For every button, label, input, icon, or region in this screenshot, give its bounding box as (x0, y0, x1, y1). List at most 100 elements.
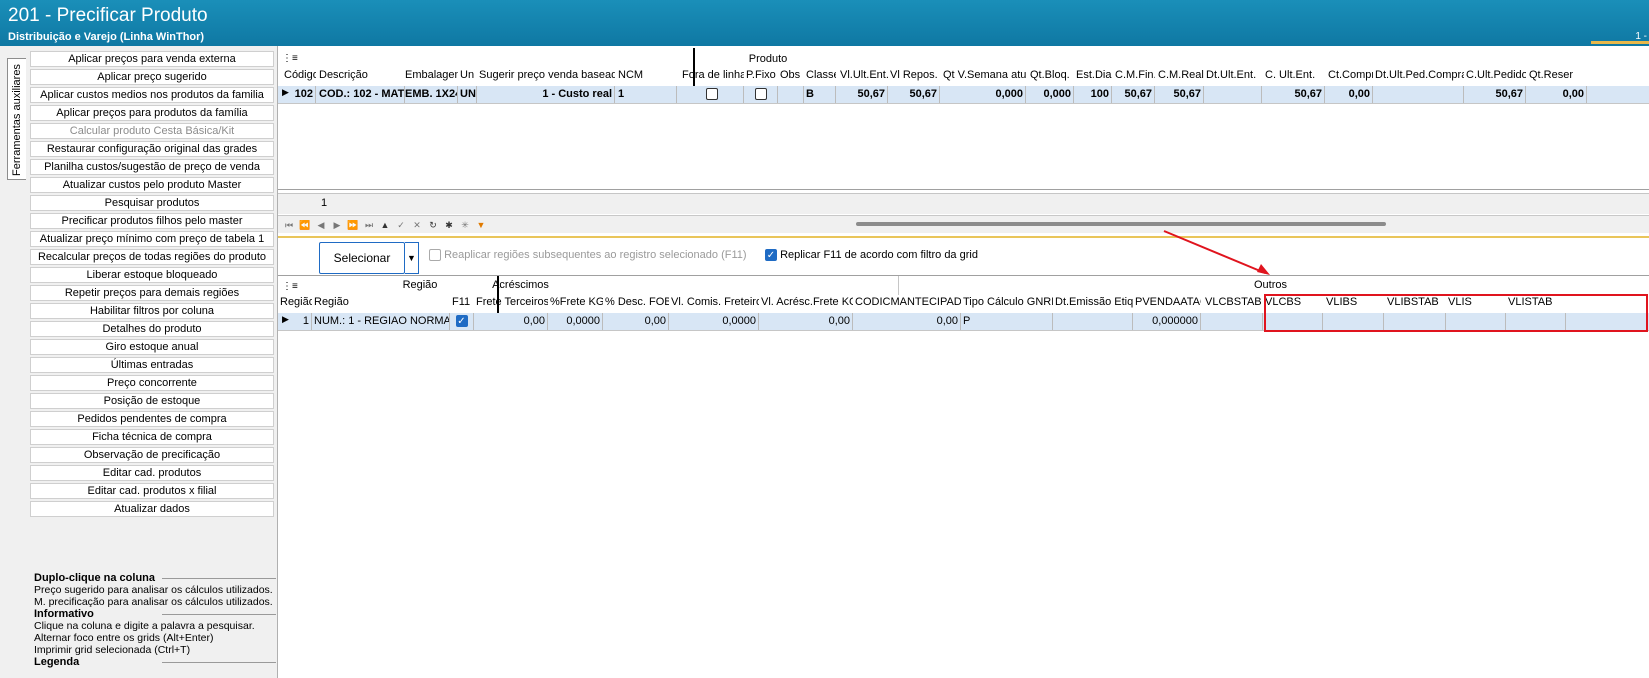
grid-menu-icon[interactable]: ⋮≡ (280, 53, 300, 64)
column-header[interactable]: Descrição (317, 69, 405, 81)
column-header[interactable]: Frete Terceiros (474, 296, 548, 308)
action-button[interactable]: Atualizar custos pelo produto Master (30, 177, 274, 193)
column-header[interactable]: Vl. Comis. Freteiro (669, 296, 759, 308)
action-button[interactable]: Aplicar preços para venda externa (30, 51, 274, 67)
column-header[interactable]: Tipo Cálculo GNRE? (961, 296, 1053, 308)
action-button[interactable]: Giro estoque anual (30, 339, 274, 355)
column-header[interactable]: Sugerir preço venda baseado (477, 69, 615, 81)
row-checkbox[interactable] (754, 88, 767, 101)
reapply-option[interactable]: Reaplicar regiões subsequentes ao regist… (429, 249, 747, 262)
column-header[interactable]: Região (278, 296, 312, 308)
column-header[interactable]: CODICMANTECIPADO (853, 296, 961, 308)
informativo-line: Imprimir grid selecionada (Ctrl+T) (34, 644, 191, 656)
action-button[interactable]: Ficha técnica de compra (30, 429, 274, 445)
column-header[interactable]: Região (312, 296, 450, 308)
cancel-icon[interactable]: ✕ (410, 218, 424, 232)
horizontal-scrollbar[interactable] (856, 222, 1386, 226)
action-button[interactable]: Calcular produto Cesta Básica/Kit (30, 123, 274, 139)
action-button[interactable]: Habilitar filtros por coluna (30, 303, 274, 319)
action-button[interactable]: Liberar estoque bloqueado (30, 267, 274, 283)
column-header[interactable]: C. Ult.Ent. (1263, 69, 1325, 81)
tab-ferramentas-auxiliares[interactable]: Ferramentas auxiliares (7, 58, 26, 180)
table-cell[interactable] (680, 86, 744, 103)
select-button[interactable]: Selecionar (319, 242, 405, 274)
action-button[interactable]: Editar cad. produtos x filial (30, 483, 274, 499)
prior-page-icon[interactable]: ⏪ (298, 218, 312, 232)
asterisk-icon[interactable]: ✱ (442, 218, 456, 232)
refresh-icon[interactable]: ↻ (426, 218, 440, 232)
action-button[interactable]: Pedidos pendentes de compra (30, 411, 274, 427)
column-header[interactable]: Qt.Bloq. (1028, 69, 1074, 81)
select-dropdown-icon[interactable]: ▼ (405, 242, 419, 274)
action-button[interactable]: Editar cad. produtos (30, 465, 274, 481)
column-header[interactable]: Vl.Ult.Ent. (838, 69, 888, 81)
column-header[interactable]: C.Ult.Pedido (1464, 69, 1526, 81)
column-header[interactable]: Vl Repos. (888, 69, 940, 81)
column-header[interactable]: Classe (804, 69, 836, 81)
column-header[interactable]: Vl. Acrésc.Frete KG (759, 296, 853, 308)
replicar-checkbox[interactable]: ✓ (765, 249, 777, 262)
column-header[interactable]: PVENDAATAC (1133, 296, 1201, 308)
next-page-icon[interactable]: ⏩ (346, 218, 360, 232)
insert-icon[interactable]: ▲ (378, 218, 392, 232)
table-cell (1053, 313, 1133, 330)
highlight-box (1264, 294, 1648, 332)
action-button[interactable]: Recalcular preços de todas regiões do pr… (30, 249, 274, 265)
action-button[interactable]: Aplicar custos medios nos produtos da fa… (30, 87, 274, 103)
column-header[interactable]: Embalagem (403, 69, 458, 81)
column-header[interactable]: Dt.Ult.Ped.Compra (1373, 69, 1464, 81)
product-grid[interactable]: ⋮≡ Produto Código Descrição Embalagem Un Sug… (278, 48, 1649, 190)
action-button[interactable]: Precificar produtos filhos pelo master (30, 213, 274, 229)
column-header[interactable]: % Desc. FOB (603, 296, 669, 308)
table-cell[interactable]: ✓ (450, 313, 474, 330)
table-cell: 50,67 (1113, 86, 1155, 103)
column-header[interactable]: Obs (778, 69, 804, 81)
column-header[interactable]: %Frete KG (548, 296, 603, 308)
column-header[interactable]: Qt V.Semana atual (941, 69, 1026, 81)
action-button[interactable]: Observação de precificação (30, 447, 274, 463)
last-record-icon[interactable]: ⏭ (362, 218, 376, 232)
action-button[interactable]: Posição de estoque (30, 393, 274, 409)
action-button[interactable]: Aplicar preços para produtos da família (30, 105, 274, 121)
action-button[interactable]: Atualizar preço mínimo com preço de tabe… (30, 231, 274, 247)
duplo-line: M. precificação para analisar os cálculo… (34, 596, 273, 608)
column-header[interactable]: Qt.Reser (1527, 69, 1587, 81)
table-cell[interactable] (744, 86, 778, 103)
region-grid[interactable]: ⋮≡ Região Acréscimos Região Região F11 Fret… (278, 275, 1649, 678)
action-button[interactable]: Últimas entradas (30, 357, 274, 373)
column-header[interactable]: F11 (450, 296, 474, 308)
column-header[interactable]: Fora de linha (680, 69, 744, 81)
action-button[interactable]: Preço concorrente (30, 375, 274, 391)
column-header[interactable]: Un (458, 69, 477, 81)
column-header[interactable]: Dt.Emissão Etiq. (1053, 296, 1133, 308)
f11-checkbox[interactable]: ✓ (455, 315, 468, 328)
reapply-checkbox[interactable] (429, 249, 441, 262)
first-record-icon[interactable]: ⏮ (282, 218, 296, 232)
column-header[interactable]: P.Fixo (744, 69, 778, 81)
column-header[interactable]: C.M.Fin. (1113, 69, 1155, 81)
column-header[interactable]: Código (282, 69, 316, 81)
splitter[interactable] (278, 236, 1649, 238)
next-record-icon[interactable]: ▶ (330, 218, 344, 232)
grid-menu-icon[interactable]: ⋮≡ (280, 281, 300, 292)
column-header[interactable]: C.M.Real (1156, 69, 1204, 81)
post-icon[interactable]: ✓ (394, 218, 408, 232)
replicar-option[interactable]: ✓ Replicar F11 de acordo com filtro da g… (765, 249, 978, 262)
action-button[interactable]: Restaurar configuração original das grad… (30, 141, 274, 157)
column-header[interactable]: Dt.Ult.Ent. (1204, 69, 1262, 81)
group-regiao: Região (402, 279, 438, 291)
column-header[interactable]: Ct.Compra (1326, 69, 1373, 81)
column-header[interactable]: Est.Dia (1074, 69, 1112, 81)
column-header[interactable]: VLCBSTAB (1203, 296, 1263, 308)
action-button[interactable]: Atualizar dados (30, 501, 274, 517)
action-button[interactable]: Repetir preços para demais regiões (30, 285, 274, 301)
asterisk-alt-icon[interactable]: ✳ (458, 218, 472, 232)
row-checkbox[interactable] (705, 88, 718, 101)
action-button[interactable]: Detalhes do produto (30, 321, 274, 337)
column-header[interactable]: NCM (616, 69, 677, 81)
action-button[interactable]: Aplicar preço sugerido (30, 69, 274, 85)
action-button[interactable]: Pesquisar produtos (30, 195, 274, 211)
prior-record-icon[interactable]: ◀ (314, 218, 328, 232)
action-button[interactable]: Planilha custos/sugestão de preço de ven… (30, 159, 274, 175)
filter-icon[interactable]: ▼ (474, 218, 488, 232)
